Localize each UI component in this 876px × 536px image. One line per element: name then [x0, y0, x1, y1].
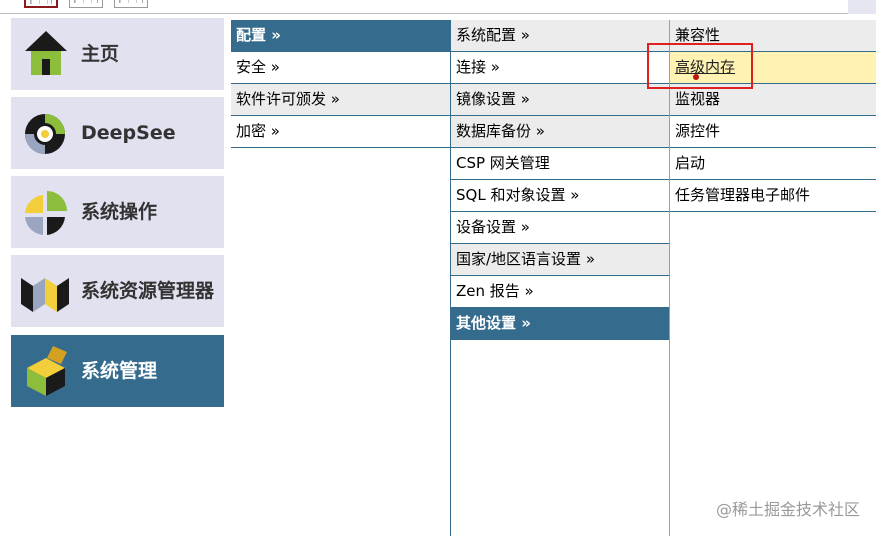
nav-system-admin-label: 系统管理 [81, 360, 158, 382]
nav-system-admin[interactable]: 系统管理 [11, 335, 224, 407]
menu-item-system-config[interactable]: 系统配置 » [451, 20, 669, 52]
menu-item-security[interactable]: 安全 » [231, 52, 450, 84]
nav-home[interactable]: 主页 [11, 18, 224, 90]
home-icon [25, 31, 67, 75]
nav-deepsee-label: DeepSee [81, 122, 176, 144]
menu-item-licensing[interactable]: 软件许可颁发 » [231, 84, 450, 116]
menu-item-config[interactable]: 配置 » [231, 20, 450, 52]
menu-item-task-manager-email[interactable]: 任务管理器电子邮件 [670, 180, 876, 212]
view-mode-button-1[interactable] [24, 0, 58, 8]
watermark: @稀土掘金技术社区 [715, 500, 860, 519]
menu-item-mirror-settings[interactable]: 镜像设置 » [451, 84, 669, 116]
menu-item-source-control[interactable]: 源控件 [670, 116, 876, 148]
menu-item-monitor[interactable]: 监视器 [670, 84, 876, 116]
menu-item-locale-settings[interactable]: 国家/地区语言设置 » [451, 244, 669, 276]
nav-system-explorer[interactable]: 系统资源管理器 [11, 255, 224, 327]
menu-column-3: 兼容性 高级内存 监视器 源控件 启动 任务管理器电子邮件 [669, 20, 876, 536]
menu-item-device-settings[interactable]: 设备设置 » [451, 212, 669, 244]
menu-item-database-backup[interactable]: 数据库备份 » [451, 116, 669, 148]
menu-item-sql-settings[interactable]: SQL 和对象设置 » [451, 180, 669, 212]
menu-column-2: 系统配置 » 连接 » 镜像设置 » 数据库备份 » CSP 网关管理 SQL … [450, 20, 669, 536]
view-mode-button-3[interactable] [114, 0, 148, 8]
system-explorer-icon [21, 278, 69, 312]
menu-column-1: 配置 » 安全 » 软件许可颁发 » 加密 » [231, 20, 450, 148]
nav-home-label: 主页 [81, 43, 120, 65]
top-right-panel [848, 0, 876, 14]
nav-deepsee[interactable]: DeepSee [11, 97, 224, 169]
mouse-cursor-dot [693, 74, 699, 80]
menu-item-additional-settings[interactable]: 其他设置 » [451, 308, 669, 340]
menu-item-csp-gateway[interactable]: CSP 网关管理 [451, 148, 669, 180]
advanced-memory-link[interactable]: 高级内存 [675, 58, 735, 76]
deepsee-icon [25, 114, 65, 154]
menu-item-connectivity[interactable]: 连接 » [451, 52, 669, 84]
menu-item-encryption[interactable]: 加密 » [231, 116, 450, 148]
system-operation-icon [25, 191, 67, 235]
nav-system-explorer-label: 系统资源管理器 [81, 280, 215, 302]
nav-system-operation[interactable]: 系统操作 [11, 176, 224, 248]
menu-item-startup[interactable]: 启动 [670, 148, 876, 180]
menu-item-compatibility[interactable]: 兼容性 [670, 20, 876, 52]
view-mode-button-2[interactable] [69, 0, 103, 8]
nav-system-operation-label: 系统操作 [81, 201, 158, 223]
system-admin-icon [27, 346, 67, 396]
menu-item-zen-reports[interactable]: Zen 报告 » [451, 276, 669, 308]
top-toolbar [0, 0, 876, 14]
menu-item-advanced-memory[interactable]: 高级内存 [670, 52, 876, 84]
